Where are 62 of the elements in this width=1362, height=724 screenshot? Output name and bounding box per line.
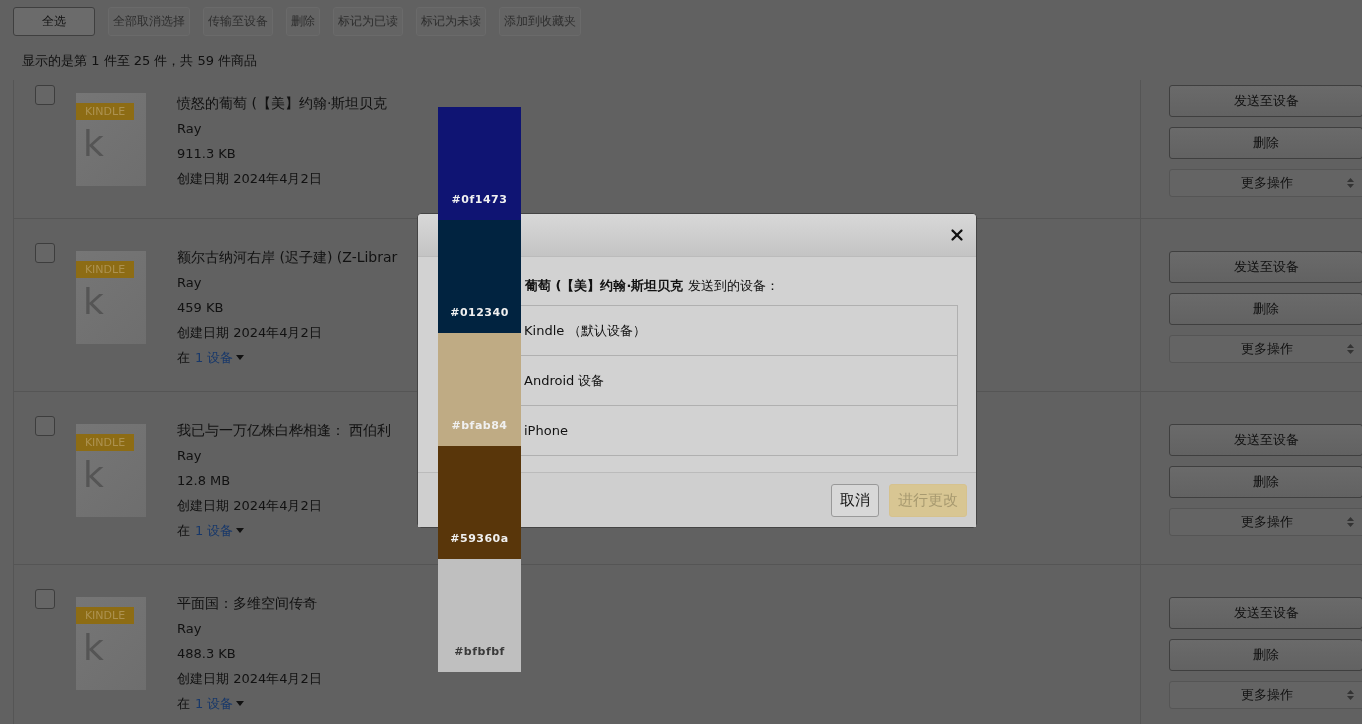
created-date: 创建日期 2024年4月2日 bbox=[177, 170, 322, 188]
checkbox[interactable] bbox=[35, 85, 55, 105]
cover-badge: KINDLE bbox=[76, 261, 134, 278]
caret-icon bbox=[236, 701, 245, 706]
device-option[interactable]: Android 设备 bbox=[524, 371, 605, 390]
more-actions-dropdown[interactable]: 更多操作 bbox=[1169, 169, 1362, 197]
cover-badge: KINDLE bbox=[76, 607, 134, 624]
hex-code: #bfab84 bbox=[451, 419, 508, 432]
book-author: Ray bbox=[177, 120, 202, 138]
device-option[interactable]: Kindle （默认设备） bbox=[524, 321, 647, 340]
file-size: 12.8 MB bbox=[177, 472, 231, 490]
created-date: 创建日期 2024年4月2日 bbox=[177, 670, 322, 688]
sort-arrows-icon bbox=[1347, 690, 1354, 700]
close-icon[interactable] bbox=[948, 226, 966, 244]
action-button[interactable]: 发送至设备 bbox=[1169, 85, 1362, 117]
device-prefix: 在 bbox=[177, 522, 190, 540]
book-author: Ray bbox=[177, 447, 202, 465]
created-date: 创建日期 2024年4月2日 bbox=[177, 324, 322, 342]
book-title[interactable]: 额尔古纳河右岸 (迟子建) (Z-Librar bbox=[177, 249, 398, 267]
checkbox[interactable] bbox=[35, 243, 55, 263]
hex-code: #59360a bbox=[450, 532, 509, 545]
dialog-prompt: 葡萄 (【美】约翰·斯坦贝克 发送到的设备： bbox=[524, 277, 780, 295]
checkbox[interactable] bbox=[35, 589, 55, 609]
checkbox[interactable] bbox=[35, 416, 55, 436]
action-button[interactable]: 发送至设备 bbox=[1169, 424, 1362, 456]
more-actions-dropdown[interactable]: 更多操作 bbox=[1169, 508, 1362, 536]
caret-icon bbox=[236, 355, 245, 360]
book-author: Ray bbox=[177, 274, 202, 292]
file-size: 911.3 KB bbox=[177, 145, 236, 163]
device-link[interactable]: 1 设备 bbox=[195, 694, 245, 713]
action-button[interactable]: 发送至设备 bbox=[1169, 597, 1362, 629]
sort-arrows-icon bbox=[1347, 344, 1354, 354]
hex-code: #bfbfbf bbox=[454, 645, 505, 658]
more-actions-dropdown[interactable]: 更多操作 bbox=[1169, 681, 1362, 709]
device-link[interactable]: 1 设备 bbox=[195, 348, 245, 367]
action-button[interactable]: 删除 bbox=[1169, 466, 1362, 498]
action-button[interactable]: 删除 bbox=[1169, 127, 1362, 159]
book-author: Ray bbox=[177, 620, 202, 638]
device-prefix: 在 bbox=[177, 695, 190, 713]
sort-arrows-icon bbox=[1347, 517, 1354, 527]
cover-badge: KINDLE bbox=[76, 103, 134, 120]
action-button[interactable]: 删除 bbox=[1169, 639, 1362, 671]
device-option[interactable]: iPhone bbox=[524, 423, 568, 438]
book-title[interactable]: 平面国：多维空间传奇 bbox=[177, 595, 317, 613]
hex-code: #012340 bbox=[450, 306, 509, 319]
caret-icon bbox=[236, 528, 245, 533]
device-prefix: 在 bbox=[177, 349, 190, 367]
created-date: 创建日期 2024年4月2日 bbox=[177, 497, 322, 515]
cancel-button[interactable]: 取消 bbox=[831, 483, 879, 517]
file-size: 488.3 KB bbox=[177, 645, 236, 663]
hex-code: #0f1473 bbox=[451, 193, 508, 206]
action-button[interactable]: 发送至设备 bbox=[1169, 251, 1362, 283]
action-button[interactable]: 删除 bbox=[1169, 293, 1362, 325]
sort-arrows-icon bbox=[1347, 178, 1354, 188]
device-link[interactable]: 1 设备 bbox=[195, 521, 245, 540]
book-title[interactable]: 愤怒的葡萄 (【美】约翰·斯坦贝克 bbox=[177, 95, 388, 113]
item-count-text: 显示的是第 1 件至 25 件，共 59 件商品 bbox=[21, 52, 259, 70]
more-actions-dropdown[interactable]: 更多操作 bbox=[1169, 335, 1362, 363]
cover-badge: KINDLE bbox=[76, 434, 134, 451]
book-title[interactable]: 我已与一万亿株白桦相逢： 西伯利 bbox=[177, 422, 392, 440]
file-size: 459 KB bbox=[177, 299, 224, 317]
toolbar-button[interactable]: 全选 bbox=[13, 7, 95, 36]
